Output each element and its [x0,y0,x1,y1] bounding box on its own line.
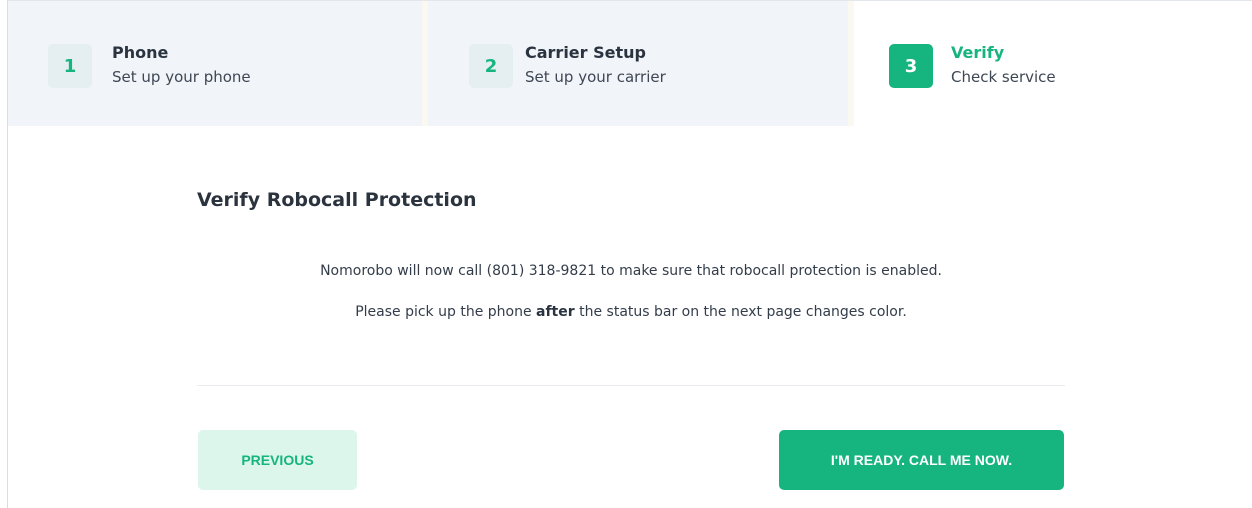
step-subtitle: Set up your carrier [525,68,666,86]
verify-page: 1 Phone Set up your phone 2 Carrier Setu… [7,0,1252,508]
call-me-now-button[interactable]: I'M READY. CALL ME NOW. [779,430,1064,490]
step-verify[interactable]: 3 Verify Check service [848,1,1252,126]
step-phone[interactable]: 1 Phone Set up your phone [8,1,422,126]
step-number-badge: 3 [889,44,933,88]
instruction-emphasis: after [536,304,575,320]
step-title: Phone [112,43,169,62]
step-subtitle: Check service [951,68,1056,86]
call-notice-text: Nomorobo will now call (801) 318-9821 to… [320,263,942,279]
step-title: Carrier Setup [525,43,646,62]
stepper: 1 Phone Set up your phone 2 Carrier Setu… [8,1,1252,126]
step-subtitle: Set up your phone [112,68,251,86]
instruction-text-end: the status bar on the next page changes … [574,304,907,320]
step-number-badge: 1 [48,44,92,88]
section-divider [197,385,1065,386]
step-carrier-setup[interactable]: 2 Carrier Setup Set up your carrier [422,1,848,126]
step-title: Verify [951,43,1005,62]
instruction-text-start: Please pick up the phone [355,304,537,320]
pickup-instruction-text: Please pick up the phone after the statu… [197,304,1065,320]
step-number-badge: 2 [469,44,513,88]
page-title: Verify Robocall Protection [197,189,477,211]
previous-button[interactable]: PREVIOUS [198,430,357,490]
